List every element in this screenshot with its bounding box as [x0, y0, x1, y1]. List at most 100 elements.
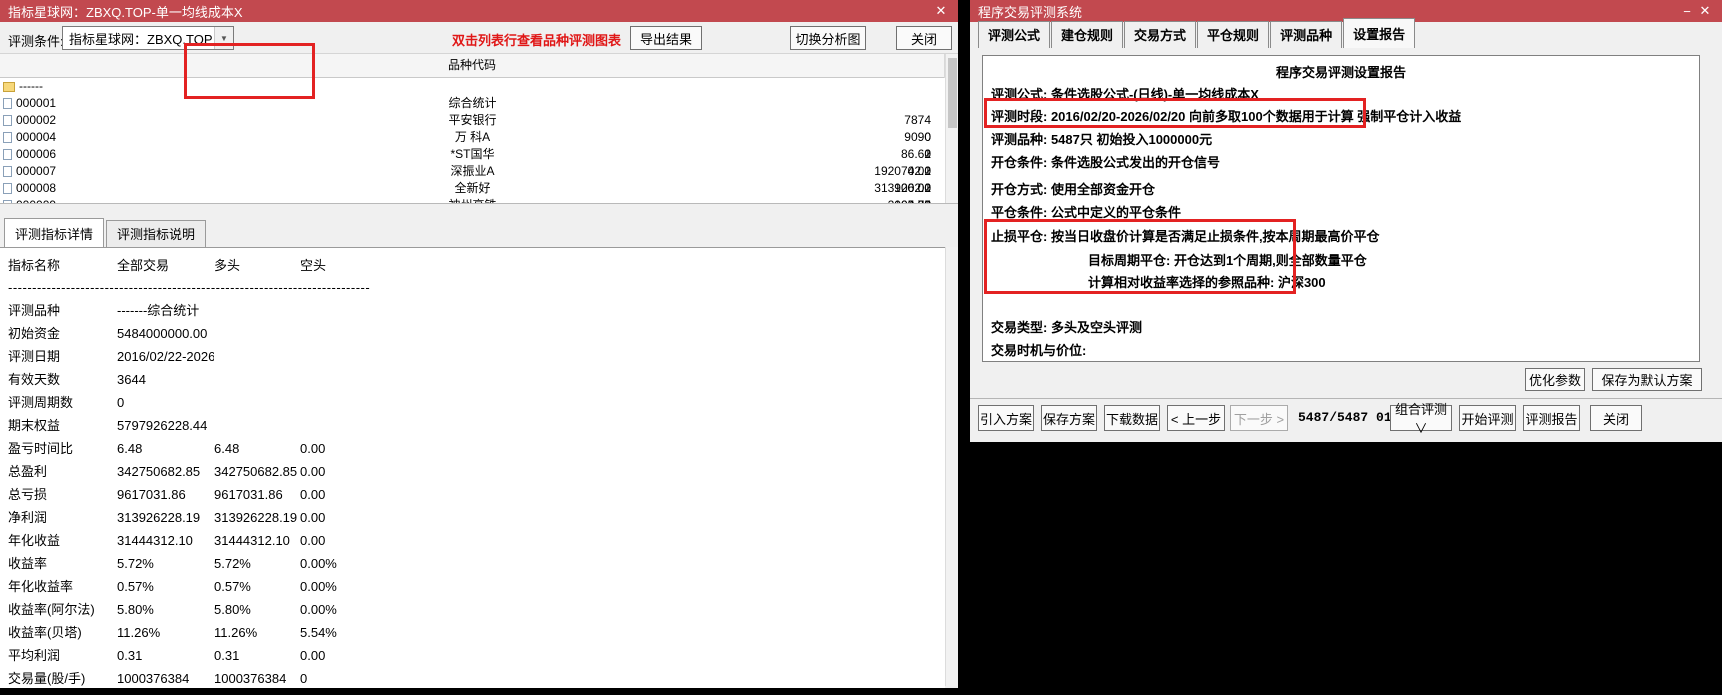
symbol-code: 000004: [16, 130, 57, 144]
next-step-button-disabled: 下一步 >: [1230, 405, 1288, 431]
detail-all-trades-value: -------综合统计: [117, 303, 200, 318]
left-window-title: 指标星球网：ZBXQ.TOP-单一均线成本X: [8, 4, 243, 20]
detail-row: 收益率 5.72% 5.72% 0.00%: [0, 552, 945, 575]
left-window-titlebar: 指标星球网：ZBXQ.TOP-单一均线成本X ✕: [0, 0, 958, 22]
tab-indicator-description[interactable]: 评测指标说明: [106, 220, 207, 247]
trade-evaluation-system-window: 程序交易评测系统 − ✕ 评测公式 建仓规则 交易方式 平仓规则 评测品种 设置报告 程序…: [970, 0, 1722, 442]
detail-col-indicator: 指标名称: [8, 258, 61, 273]
detail-row: 交易量(股/手) 1000376384 1000376384 0: [0, 667, 945, 688]
symbol-code: 000008: [16, 181, 57, 195]
table-body: ------ 综合统计 7874 9090 86.62 1920742... 3139262…: [0, 78, 945, 203]
detail-label: 评测日期: [8, 349, 61, 364]
save-plan-button[interactable]: 保存方案: [1041, 405, 1097, 431]
detail-row: 收益率(阿尔法) 5.80% 5.80% 0.00%: [0, 598, 945, 621]
detail-label: 收益率(贝塔): [8, 625, 82, 640]
detail-all-trades-value: 2016/02/22-2026/02/13: [117, 349, 214, 364]
detail-row: 期末权益 5797926228.44: [0, 414, 945, 437]
detail-short-value: [300, 414, 410, 437]
detail-label: 收益率: [8, 556, 48, 571]
close-button[interactable]: 关闭: [1590, 405, 1642, 431]
import-plan-button[interactable]: 引入方案: [978, 405, 1034, 431]
detail-short-value: 0.00: [300, 510, 326, 525]
detail-col-long: 多头: [214, 258, 241, 273]
detail-all-trades-value: 0: [117, 395, 125, 410]
detail-label: 平均利润: [8, 648, 61, 663]
scrollbar-thumb[interactable]: [948, 58, 957, 128]
detail-short-value: [300, 345, 410, 368]
detail-row: 收益率(贝塔) 11.26% 11.26% 5.54%: [0, 621, 945, 644]
column-header[interactable]: 品种代码: [0, 54, 945, 77]
report-line: 开仓方式: 使用全部资金开仓: [991, 182, 1155, 197]
detail-long-value: 6.48: [214, 441, 240, 456]
report-line: 评测品种: 5487只 初始投入1000000元: [991, 132, 1213, 147]
tab-评测品种[interactable]: 评测品种: [1270, 21, 1343, 48]
detail-short-value: [300, 299, 410, 322]
chevron-down-icon[interactable]: ▼: [214, 27, 233, 49]
tab-交易方式[interactable]: 交易方式: [1124, 21, 1197, 48]
detail-row: 评测日期 2016/02/22-2026/02/13: [0, 345, 945, 368]
detail-row: 初始资金 5484000000.00: [0, 322, 945, 345]
condition-combobox[interactable]: 指标星球网：ZBXQ.TOP ▼: [62, 26, 234, 50]
start-eval-button[interactable]: 开始评测: [1459, 405, 1516, 431]
detail-long-value: [214, 391, 300, 414]
symbol-code: 000001: [16, 96, 57, 110]
tab-平仓规则[interactable]: 平仓规则: [1197, 21, 1270, 48]
tab-评测公式[interactable]: 评测公式: [978, 21, 1051, 48]
prev-step-button[interactable]: < 上一步: [1167, 405, 1225, 431]
detail-all-trades-value: 11.26%: [117, 625, 161, 640]
detail-label: 盈亏时间比: [8, 441, 74, 456]
tab-设置报告[interactable]: 设置报告: [1343, 18, 1416, 48]
detail-label: 净利润: [8, 510, 48, 525]
download-data-button[interactable]: 下载数据: [1104, 405, 1160, 431]
detail-label: 初始资金: [8, 326, 61, 341]
close-button[interactable]: 关闭: [896, 26, 952, 50]
detail-long-value: [214, 368, 300, 391]
detail-short-value: 0.00: [300, 441, 326, 456]
detail-all-trades-value: 6.48: [117, 441, 143, 456]
symbol-code: 000007: [16, 164, 57, 178]
detail-long-value: 11.26%: [214, 625, 258, 640]
report-line: 目标周期平仓: 开仓达到1个周期,则全部数量平仓: [1088, 253, 1367, 268]
evaluation-results-window: 指标星球网：ZBXQ.TOP-单一均线成本X ✕ 评测条件: 指标星球网：ZBX…: [0, 0, 958, 688]
detail-long-value: [214, 414, 300, 437]
detail-all-trades-value: 5484000000.00: [117, 326, 208, 341]
bottom-separator: [970, 398, 1722, 399]
detail-label: 收益率(阿尔法): [8, 602, 95, 617]
detail-label: 总盈利: [8, 464, 48, 479]
detail-tabbar: 评测指标详情 评测指标说明: [0, 218, 958, 247]
tab-建仓规则[interactable]: 建仓规则: [1051, 21, 1124, 48]
tab-indicator-detail[interactable]: 评测指标详情: [4, 218, 105, 247]
vertical-scrollbar[interactable]: [945, 54, 958, 686]
minimize-icon[interactable]: −: [1678, 4, 1696, 19]
eval-report-button[interactable]: 评测报告: [1523, 405, 1580, 431]
detail-long-value: [214, 299, 300, 322]
close-icon[interactable]: ✕: [932, 3, 950, 19]
detail-row: 总亏损 9617031.86 9617031.86 0.00: [0, 483, 945, 506]
report-line: 止损平仓: 按当日收盘价计算是否满足止损条件,按本周期最高价平仓: [991, 229, 1380, 244]
optimize-params-button[interactable]: 优化参数: [1525, 368, 1585, 391]
table-row[interactable]: ------ 综合统计 7874 9090 86.62 1920742... 3139262…: [0, 78, 945, 203]
report-line: 计算相对收益率选择的参照品种: 沪深300: [1088, 275, 1326, 290]
detail-short-value: 0.00: [300, 533, 326, 548]
detail-all-trades-value: 5797926228.44: [117, 418, 208, 433]
report-line: 开仓条件: 条件选股公式发出的开仓信号: [991, 155, 1220, 170]
right-window-title: 程序交易评测系统: [978, 4, 1083, 20]
condition-value: 指标星球网：ZBXQ.TOP: [69, 31, 213, 47]
detail-short-value: 0.00%: [300, 579, 337, 594]
detail-long-value: 5.80%: [214, 602, 251, 617]
settings-report-box: 程序交易评测设置报告 评测公式: 条件选股公式-(日线)-单一均线成本X 评测时段…: [982, 55, 1700, 362]
combo-eval-button[interactable]: 组合评测∨: [1390, 402, 1452, 436]
save-as-default-button[interactable]: 保存为默认方案: [1592, 368, 1702, 391]
report-line: 交易时机与价位:: [991, 343, 1087, 358]
detail-short-value: 0.00%: [300, 556, 337, 571]
detail-long-value: [214, 345, 300, 368]
detail-all-trades-value: 313926228.19: [117, 510, 201, 525]
close-icon[interactable]: ✕: [1696, 3, 1714, 19]
switch-analysis-chart-button[interactable]: 切换分析图: [790, 26, 866, 50]
detail-label: 交易量(股/手): [8, 671, 86, 686]
detail-row: 评测周期数 0: [0, 391, 945, 414]
detail-long-value: [214, 322, 300, 345]
detail-long-value: 31444312.10: [214, 533, 290, 548]
export-results-button[interactable]: 导出结果: [630, 26, 702, 50]
detail-col-short: 空头: [300, 258, 327, 273]
